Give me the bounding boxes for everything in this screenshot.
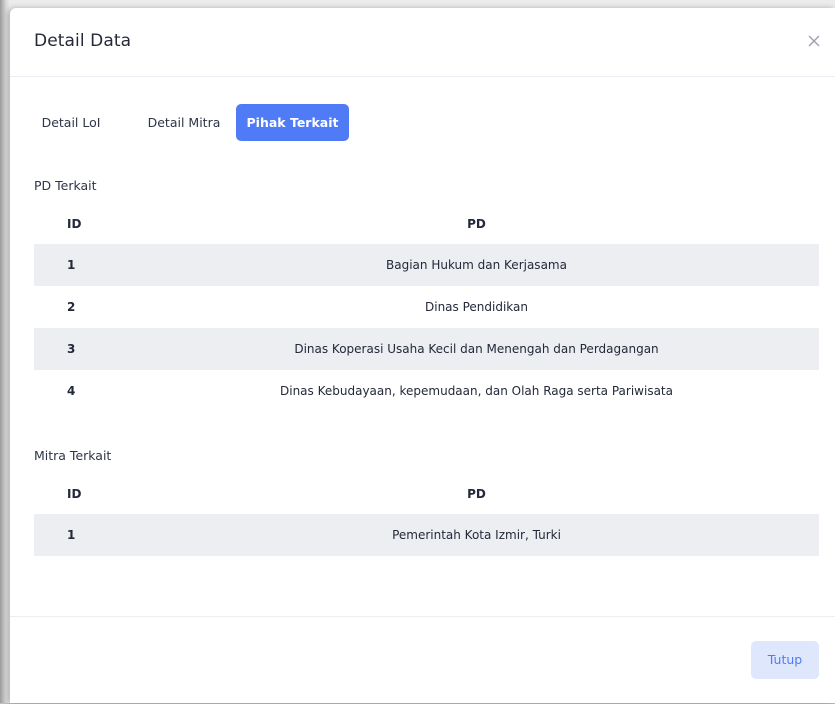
table-row: 1 Bagian Hukum dan Kerjasama (34, 244, 819, 286)
screen-backdrop: Detail Data Detail LoI Detail Mitra Piha… (0, 0, 835, 703)
table-header: ID PD (34, 204, 819, 244)
modal-title: Detail Data (34, 31, 132, 51)
detail-data-modal: Detail Data Detail LoI Detail Mitra Piha… (10, 8, 835, 703)
row-id: 1 (67, 528, 76, 542)
column-header-id: ID (67, 217, 82, 231)
table-header: ID PD (34, 474, 819, 514)
close-icon (808, 35, 820, 47)
column-header-id: ID (67, 487, 82, 501)
tab-pihak-terkait[interactable]: Pihak Terkait (236, 104, 349, 141)
column-header-pd: PD (467, 217, 486, 231)
pd-section-label: PD Terkait (34, 178, 97, 193)
row-pd: Dinas Koperasi Usaha Kecil dan Menengah … (294, 342, 659, 356)
mitra-section-label: Mitra Terkait (34, 448, 112, 463)
row-pd: Dinas Pendidikan (425, 300, 528, 314)
table-row: 2 Dinas Pendidikan (34, 286, 819, 328)
row-id: 2 (67, 300, 76, 314)
row-id: 1 (67, 258, 76, 272)
table-row: 4 Dinas Kebudayaan, kepemudaan, dan Olah… (34, 370, 819, 412)
close-button[interactable] (807, 34, 821, 48)
mitra-table: ID PD 1 Pemerintah Kota Izmir, Turki (34, 474, 819, 556)
tutup-button[interactable]: Tutup (751, 641, 819, 679)
tab-detail-loi[interactable]: Detail LoI (34, 104, 108, 141)
table-row: 3 Dinas Koperasi Usaha Kecil dan Menenga… (34, 328, 819, 370)
modal-header: Detail Data (10, 8, 835, 77)
row-pd: Pemerintah Kota Izmir, Turki (392, 528, 561, 542)
pd-table: ID PD 1 Bagian Hukum dan Kerjasama 2 Din… (34, 204, 819, 412)
tab-detail-mitra[interactable]: Detail Mitra (138, 104, 230, 141)
row-pd: Dinas Kebudayaan, kepemudaan, dan Olah R… (280, 384, 673, 398)
row-id: 3 (67, 342, 76, 356)
column-header-pd: PD (467, 487, 486, 501)
row-pd: Bagian Hukum dan Kerjasama (386, 258, 567, 272)
table-row: 1 Pemerintah Kota Izmir, Turki (34, 514, 819, 556)
row-id: 4 (67, 384, 76, 398)
modal-footer: Tutup (10, 616, 835, 704)
